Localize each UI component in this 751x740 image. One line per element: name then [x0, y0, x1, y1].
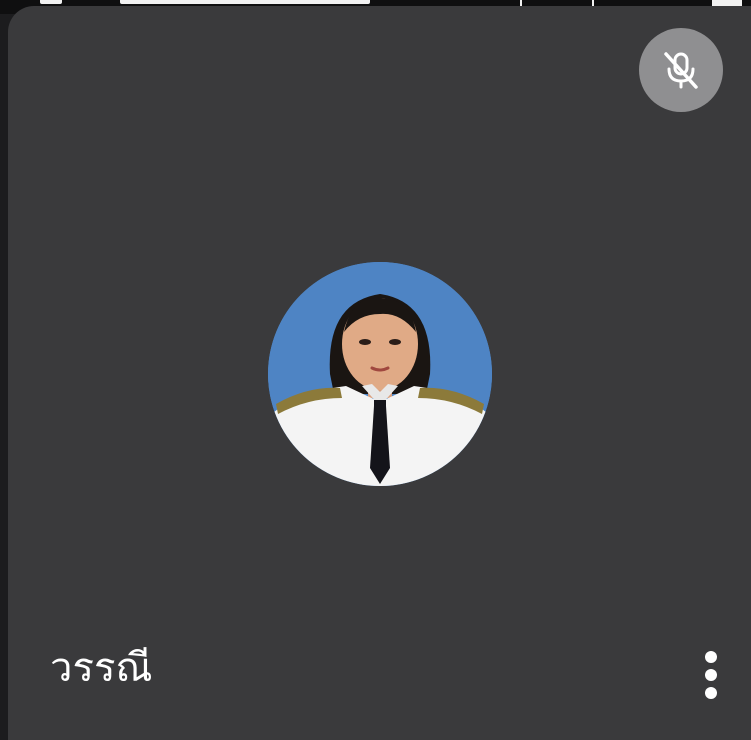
top-bar-fragment — [120, 0, 370, 4]
more-vertical-icon — [705, 687, 717, 699]
participant-name: วรรณี — [50, 645, 153, 691]
top-bar-fragment — [40, 0, 62, 4]
participant-tile[interactable]: วรรณี — [8, 6, 751, 740]
mic-off-icon — [664, 52, 698, 89]
avatar — [268, 262, 492, 486]
more-options-button[interactable] — [689, 638, 733, 712]
more-vertical-icon — [705, 651, 717, 663]
profile-photo — [268, 262, 492, 486]
mute-indicator — [639, 28, 723, 112]
more-vertical-icon — [705, 669, 717, 681]
